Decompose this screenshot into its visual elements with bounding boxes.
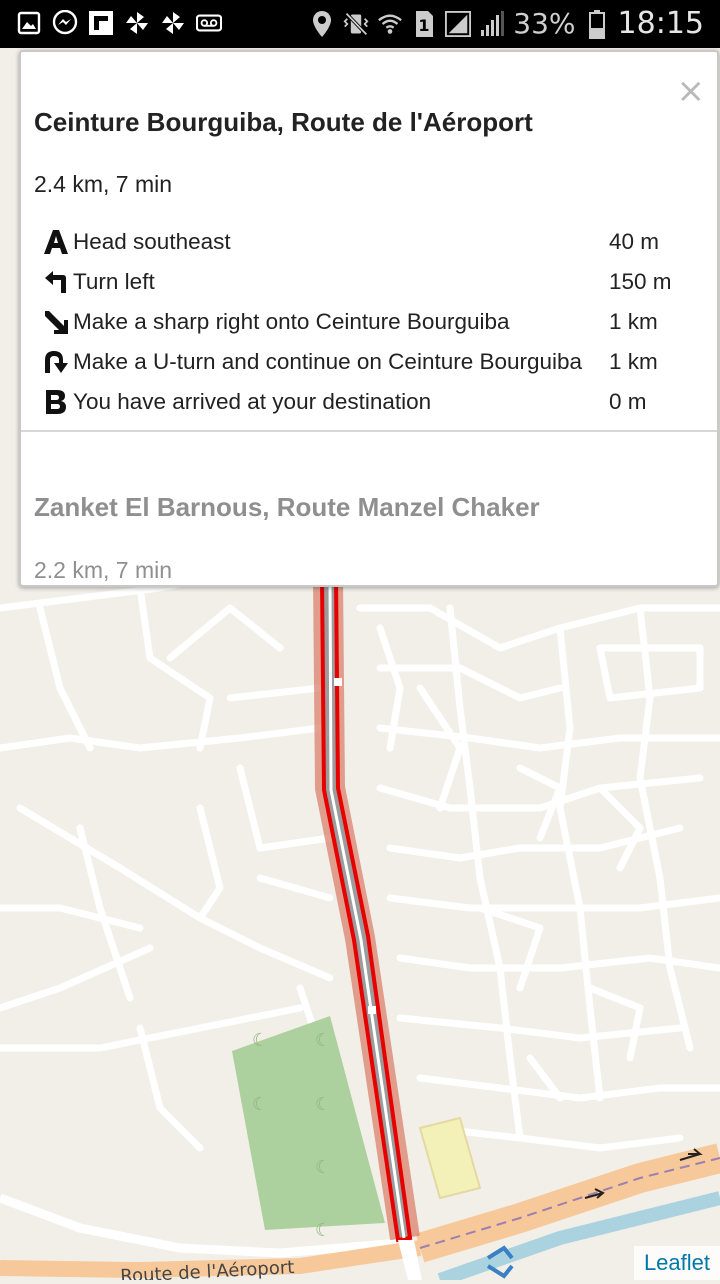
messenger-icon bbox=[52, 10, 78, 36]
instruction-text: Turn left bbox=[73, 269, 155, 294]
battery-icon bbox=[584, 9, 610, 39]
wifi-icon bbox=[377, 11, 403, 37]
close-icon[interactable]: × bbox=[677, 74, 706, 108]
voicemail-icon bbox=[196, 10, 222, 36]
location-icon bbox=[309, 10, 335, 37]
notification-icons bbox=[16, 10, 222, 36]
svg-text:1: 1 bbox=[419, 16, 430, 35]
vibrate-off-icon bbox=[343, 11, 369, 37]
instruction-distance: 40 m bbox=[609, 229, 660, 254]
svg-text:☾: ☾ bbox=[252, 1030, 268, 1051]
route-divider bbox=[21, 430, 717, 432]
svg-text:☾: ☾ bbox=[252, 1094, 268, 1115]
route-summary: 2.4 km, 7 min bbox=[34, 171, 173, 197]
gallery-icon bbox=[16, 10, 42, 36]
instruction-list: Head southeast 40 m Turn left 150 m Make… bbox=[39, 222, 699, 422]
svg-text:☾: ☾ bbox=[315, 1157, 331, 1178]
signal-icon bbox=[479, 10, 505, 37]
flipboard-icon bbox=[88, 10, 114, 36]
instruction-text: You have arrived at your destination bbox=[73, 389, 432, 414]
u-turn-icon bbox=[39, 345, 73, 379]
start-a-icon bbox=[39, 225, 73, 259]
instruction-row[interactable]: You have arrived at your destination 0 m bbox=[39, 382, 699, 422]
clock: 18:15 bbox=[617, 6, 704, 41]
instruction-text: Head southeast bbox=[73, 229, 231, 254]
svg-text:☾: ☾ bbox=[315, 1030, 331, 1051]
end-b-icon bbox=[39, 385, 73, 419]
instruction-row[interactable]: Make a U-turn and continue on Ceinture B… bbox=[39, 342, 699, 382]
status-bar: 1 33% 18:15 bbox=[0, 0, 720, 48]
instruction-row[interactable]: Head southeast 40 m bbox=[39, 222, 699, 262]
battery-percentage: 33% bbox=[513, 7, 576, 40]
instruction-text: Make a U-turn and continue on Ceinture B… bbox=[73, 349, 583, 374]
routing-panel[interactable]: × Ceinture Bourguiba, Route de l'Aéropor… bbox=[19, 50, 719, 587]
instruction-distance: 1 km bbox=[609, 309, 658, 334]
signal-icon bbox=[445, 10, 472, 37]
instruction-distance: 150 m bbox=[609, 269, 672, 294]
alternative-route-summary: 2.2 km, 7 min bbox=[34, 557, 173, 583]
alternative-route-title[interactable]: Zanket El Barnous, Route Manzel Chaker bbox=[34, 492, 540, 523]
leaflet-attribution[interactable]: Leaflet bbox=[633, 1246, 720, 1280]
sharp-right-icon bbox=[39, 305, 73, 339]
pinwheel-icon bbox=[124, 10, 150, 36]
svg-text:☾: ☾ bbox=[315, 1094, 331, 1115]
turn-left-icon bbox=[39, 265, 73, 299]
instruction-row[interactable]: Turn left 150 m bbox=[39, 262, 699, 302]
instruction-text: Make a sharp right onto Ceinture Bourgui… bbox=[73, 309, 510, 334]
sim-1-icon: 1 bbox=[411, 10, 437, 37]
route-title[interactable]: Ceinture Bourguiba, Route de l'Aéroport bbox=[34, 107, 533, 138]
pinwheel-icon bbox=[160, 10, 186, 36]
svg-text:☾: ☾ bbox=[315, 1220, 331, 1241]
instruction-row[interactable]: Make a sharp right onto Ceinture Bourgui… bbox=[39, 302, 699, 342]
instruction-distance: 1 km bbox=[609, 349, 658, 374]
instruction-distance: 0 m bbox=[609, 389, 647, 414]
system-status: 1 33% 18:15 bbox=[309, 6, 704, 41]
